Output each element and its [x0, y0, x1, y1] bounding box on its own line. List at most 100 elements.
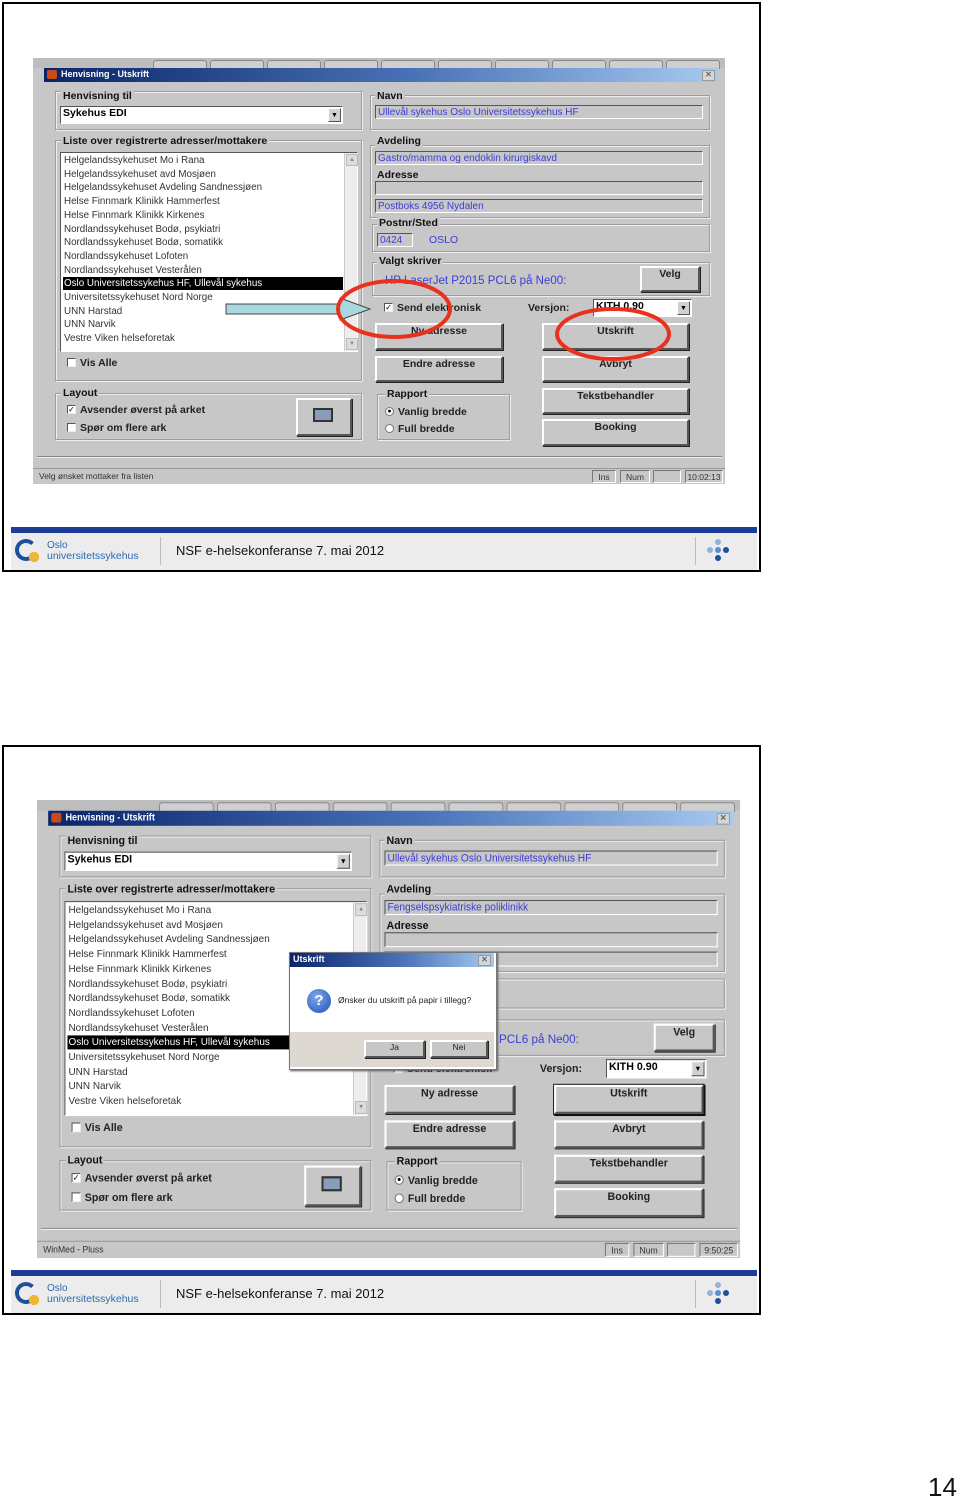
status-time: 10:02:13: [685, 470, 723, 483]
ny-adresse-label: Ny adresse: [421, 1087, 478, 1100]
endre-adresse-button[interactable]: Endre adresse: [375, 356, 503, 382]
chevron-down-icon[interactable]: ▼: [328, 108, 341, 122]
booking-button[interactable]: Booking: [542, 419, 689, 446]
dot: [723, 547, 729, 553]
full-bredde-label: Full bredde: [398, 423, 455, 435]
velg-button[interactable]: Velg: [653, 1023, 715, 1052]
print-preview-button[interactable]: [296, 398, 352, 436]
full-bredde-radio[interactable]: [385, 424, 394, 433]
list-item[interactable]: Nordlandssykehuset Bodø, psykiatri: [63, 223, 343, 236]
endre-adresse-label: Endre adresse: [402, 358, 476, 370]
list-item[interactable]: UNN Harstad: [63, 305, 343, 318]
tekstbehandler-label: Tekstbehandler: [589, 1156, 668, 1170]
close-icon[interactable]: ✕: [716, 812, 730, 825]
versjon-select[interactable]: KITH 0.90 ▼: [605, 1059, 707, 1079]
vis-alle-checkbox[interactable]: [71, 1122, 81, 1133]
list-item[interactable]: Oslo Universitetssykehus HF, Ullevål syk…: [63, 277, 343, 291]
scroll-up-icon[interactable]: ▲: [355, 903, 368, 917]
list-item[interactable]: Helgelandssykehuset avd Mosjøen: [67, 918, 351, 932]
footer-divider: [160, 1280, 161, 1308]
vanlig-bredde-radio[interactable]: ●: [394, 1175, 404, 1185]
page-number: 14: [928, 1472, 957, 1502]
list-item[interactable]: Helse Finnmark Klinikk Kirkenes: [63, 209, 343, 222]
list-item[interactable]: Nordlandssykehuset Bodø, somatikk: [63, 236, 343, 249]
dot: [707, 1290, 713, 1296]
chevron-down-icon[interactable]: ▼: [336, 853, 350, 869]
velg-button[interactable]: Velg: [640, 266, 700, 292]
list-item[interactable]: UNN Narvik: [63, 318, 343, 331]
avsender-checkbox[interactable]: ✓: [67, 405, 76, 414]
sted-value: OSLO: [429, 234, 459, 246]
nei-button[interactable]: Nei: [430, 1040, 488, 1058]
logo-text-uus: universitetssykehus: [47, 1293, 139, 1305]
print-preview-button[interactable]: [304, 1165, 362, 1207]
footer-divider: [160, 537, 161, 565]
close-icon[interactable]: ✕: [478, 955, 491, 966]
henvisning-select[interactable]: Sykehus EDI ▼: [64, 851, 352, 871]
versjon-select[interactable]: KITH 0.90 ▼: [593, 299, 692, 317]
booking-button[interactable]: Booking: [554, 1188, 704, 1218]
utskrift-button[interactable]: Utskrift: [554, 1084, 704, 1114]
tab-strip: [33, 58, 725, 69]
separator: [41, 1227, 738, 1230]
tab-strip: [37, 800, 741, 812]
henvisning-label: Henvisning til: [65, 834, 140, 848]
list-item[interactable]: UNN Narvik: [67, 1080, 351, 1094]
spor-checkbox[interactable]: [71, 1192, 81, 1203]
tekstbehandler-button[interactable]: Tekstbehandler: [554, 1154, 704, 1183]
endre-adresse-button[interactable]: Endre adresse: [384, 1120, 515, 1149]
scroll-down-icon[interactable]: ▼: [346, 338, 358, 350]
postnr-field: 0424: [377, 233, 413, 247]
full-bredde-radio[interactable]: [394, 1193, 404, 1204]
app-icon: [51, 812, 62, 823]
list-item[interactable]: Universitetssykehuset Nord Norge: [63, 291, 343, 304]
layout-label: Layout: [61, 387, 100, 399]
dot: [715, 547, 721, 553]
utskrift-label: Utskrift: [610, 1087, 648, 1100]
spor-checkbox[interactable]: [67, 423, 76, 432]
slide-2: Henvisning - Utskrift ✕ Henvisning til Syke…: [2, 745, 761, 1315]
confirm-message: Ønsker du utskrift på papir i tillegg?: [338, 995, 472, 1005]
ny-adresse-button[interactable]: Ny adresse: [384, 1084, 515, 1114]
ja-button[interactable]: Ja: [364, 1040, 425, 1058]
scroll-up-icon[interactable]: ▲: [346, 154, 358, 166]
question-icon: ?: [307, 989, 331, 1013]
adresse-line-1: [384, 932, 718, 948]
list-item[interactable]: Helgelandssykehuset Avdeling Sandnessjøe…: [63, 181, 343, 194]
chevron-down-icon[interactable]: ▼: [691, 1061, 705, 1077]
dots-logo-icon: [707, 1282, 733, 1308]
window-title: Henvisning - Utskrift: [65, 811, 155, 823]
list-item[interactable]: Nordlandssykehuset Vesterålen: [63, 264, 343, 277]
list-item[interactable]: Vestre Viken helseforetak: [63, 332, 343, 345]
scroll-down-icon[interactable]: ▼: [355, 1101, 368, 1114]
henvisning-value: Sykehus EDI: [67, 852, 133, 866]
tekstbehandler-button[interactable]: Tekstbehandler: [542, 388, 689, 414]
list-item[interactable]: Helgelandssykehuset avd Mosjøen: [63, 168, 343, 181]
henvisning-select[interactable]: Sykehus EDI ▼: [60, 106, 343, 124]
send-elektronisk-checkbox[interactable]: ✓: [384, 303, 393, 312]
chevron-down-icon[interactable]: ▼: [677, 301, 690, 315]
scrollbar[interactable]: ▲ ▼: [344, 153, 358, 351]
list-item[interactable]: Helgelandssykehuset Mo i Rana: [63, 154, 343, 167]
list-item[interactable]: Vestre Viken helseforetak: [67, 1095, 351, 1109]
utskrift-button[interactable]: Utskrift: [542, 323, 689, 350]
close-icon[interactable]: ✕: [702, 70, 715, 81]
status-text: WinMed - Pluss: [43, 1243, 104, 1255]
list-item[interactable]: Helgelandssykehuset Mo i Rana: [67, 903, 351, 917]
ny-adresse-button[interactable]: Ny adresse: [375, 323, 503, 350]
dot: [715, 555, 721, 561]
list-item[interactable]: Helse Finnmark Klinikk Hammerfest: [63, 195, 343, 208]
status-text: Velg ønsket mottaker fra listen: [39, 471, 154, 481]
list-item[interactable]: Helgelandssykehuset Avdeling Sandnessjøe…: [67, 933, 351, 947]
spor-label: Spør om flere ark: [84, 1191, 173, 1205]
address-listbox[interactable]: Helgelandssykehuset Mo i Rana Helgelandss…: [60, 152, 358, 352]
avdeling-field: Fengselspsykiatriske poliklinikk: [384, 899, 718, 916]
vis-alle-label: Vis Alle: [80, 357, 118, 369]
avbryt-button[interactable]: Avbryt: [542, 356, 689, 382]
vis-alle-checkbox[interactable]: [67, 358, 76, 367]
list-item[interactable]: Nordlandssykehuset Lofoten: [63, 250, 343, 263]
avsender-checkbox[interactable]: ✓: [71, 1173, 81, 1183]
vanlig-bredde-radio[interactable]: ●: [385, 407, 394, 416]
avbryt-button[interactable]: Avbryt: [554, 1120, 704, 1149]
vanlig-bredde-label: Vanlig bredde: [398, 406, 467, 418]
